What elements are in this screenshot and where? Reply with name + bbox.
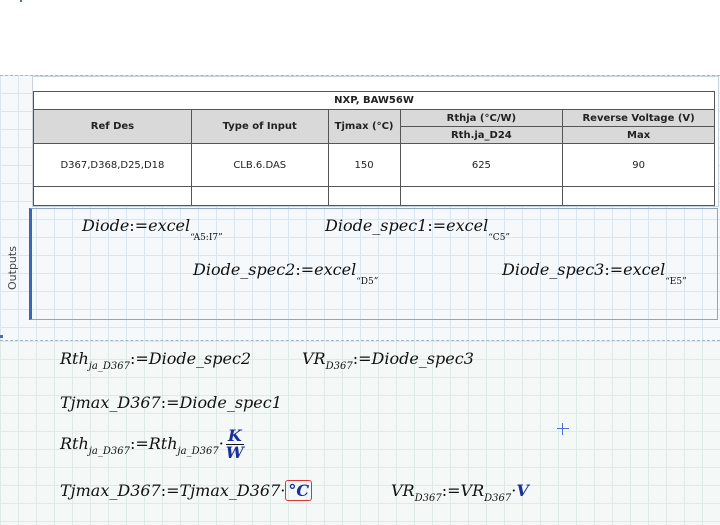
header-type-input: Type of Input — [190, 109, 329, 144]
equation-rth-units[interactable]: Rthja_D367:=Rthja_D367· K W — [60, 428, 244, 461]
equation-diode[interactable]: Diode:=excel“A5:I7” — [82, 216, 223, 243]
equation-tjmax-assign[interactable]: Tjmax_D367:=Diode_spec1 — [60, 393, 282, 412]
equation-diode-spec2[interactable]: Diode_spec2:=excel“D5” — [193, 260, 378, 287]
spec-table[interactable]: NXP, BAW56W Ref Des Type of Input Tjmax … — [33, 91, 715, 206]
cell-ref-des: D367,D368,D25,D18 — [33, 143, 192, 187]
equation-vr-units[interactable]: VRD367:=VRD367·V — [391, 481, 529, 504]
cell-rev: 90 — [562, 143, 715, 187]
header-max: Max — [562, 126, 715, 144]
header-rthja: Rthja (°C/W) — [399, 109, 564, 127]
worksheet-top-area — [0, 0, 720, 75]
outputs-label: Outputs — [6, 246, 19, 290]
equation-rth-assign[interactable]: Rthja_D367:=Diode_spec2 — [60, 349, 251, 372]
region-divider — [0, 340, 720, 341]
equation-tjmax-units[interactable]: Tjmax_D367:=Tjmax_D367· °C — [60, 480, 313, 501]
equation-diode-spec3[interactable]: Diode_spec3:=excel“E5” — [502, 260, 687, 287]
table-title: NXP, BAW56W — [33, 91, 715, 110]
cell-tjmax: 150 — [327, 143, 401, 187]
header-rthja-sub: Rth.ja_D24 — [399, 126, 564, 144]
header-reverse-voltage: Reverse Voltage (V) — [562, 109, 715, 127]
unit-fraction: KW — [225, 426, 244, 462]
cell-rthja: 625 — [399, 143, 564, 187]
unit-celsius-placeholder[interactable]: °C — [285, 480, 313, 501]
table-row: D367,D368,D25,D18 CLB.6.DAS 150 625 90 — [33, 143, 715, 187]
equation-diode-spec1[interactable]: Diode_spec1:=excel“C5” — [325, 216, 510, 243]
equation-vr-assign[interactable]: VRD367:=Diode_spec3 — [302, 349, 474, 372]
cell-type-input: CLB.6.DAS — [190, 143, 329, 187]
header-tjmax: Tjmax (°C) — [327, 109, 401, 144]
table-row — [33, 186, 715, 206]
header-ref-des: Ref Des — [33, 109, 192, 144]
marker-dot — [0, 335, 3, 338]
marker-dot — [20, 0, 22, 2]
cursor-crosshair-icon — [557, 423, 569, 435]
